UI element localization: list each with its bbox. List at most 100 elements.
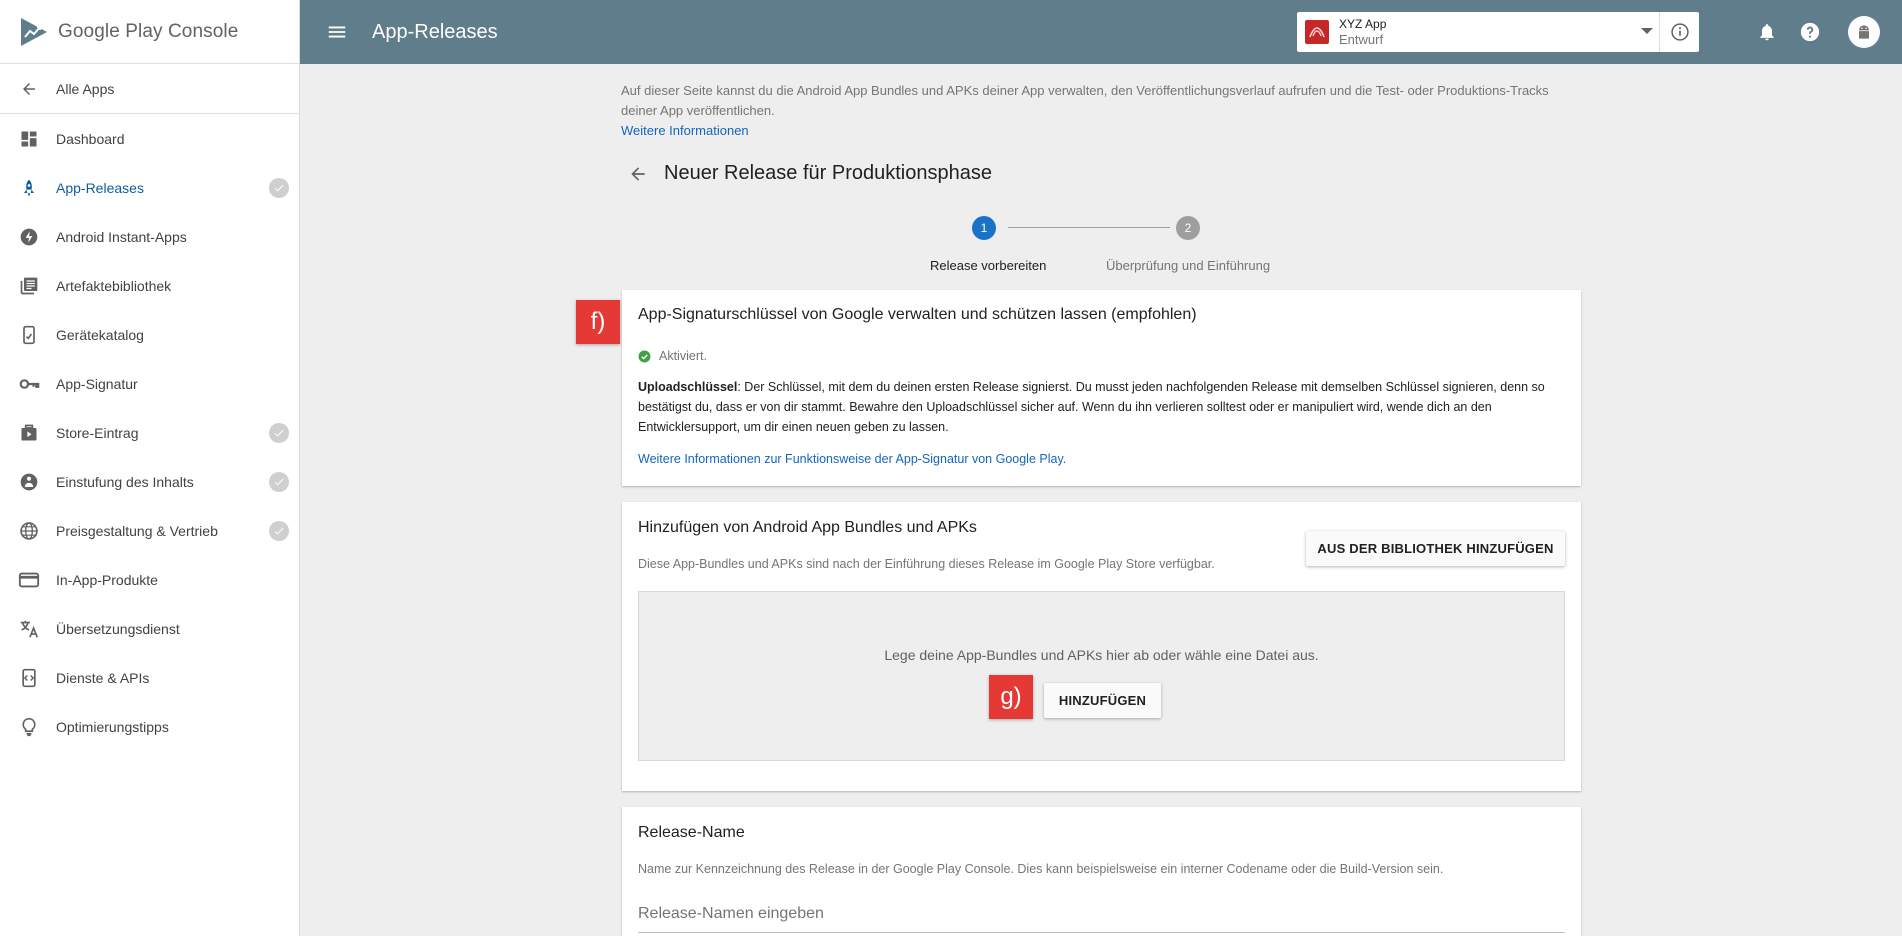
sidebar-item-label: Store-Eintrag: [56, 424, 139, 441]
dropdown-arrow-icon: [1641, 28, 1653, 34]
release-name-input[interactable]: [638, 900, 1565, 928]
rating-icon: [18, 471, 40, 493]
card-title: Hinzufügen von Android App Bundles und A…: [638, 519, 977, 536]
app-thumbnail: [1305, 20, 1329, 44]
page-title: Neuer Release für Produktionsphase: [664, 162, 992, 184]
topbar: App-Releases XYZ App Entwurf: [300, 0, 1902, 64]
intro-text: Auf dieser Seite kannst du die Android A…: [621, 83, 1549, 118]
release-name-card: Release-Name Name zur Kennzeichnung des …: [622, 807, 1581, 936]
sidebar-item-app-signing[interactable]: App-Signatur: [0, 359, 299, 408]
file-dropzone[interactable]: Lege deine App-Bundles und APKs hier ab …: [638, 591, 1565, 761]
card-subtitle: Name zur Kennzeichnung des Release in de…: [638, 862, 1444, 876]
android-avatar-icon: [1859, 25, 1869, 39]
step-2-label: Überprüfung und Einführung: [1106, 258, 1271, 273]
add-file-button[interactable]: HINZUFÜGEN: [1044, 683, 1161, 718]
dropzone-text: Lege deine App-Bundles und APKs hier ab …: [884, 647, 1319, 663]
app-signing-card: App-Signaturschlüssel von Google verwalt…: [622, 290, 1581, 486]
app-selector[interactable]: XYZ App Entwurf: [1297, 12, 1699, 52]
back-button[interactable]: [628, 164, 648, 184]
help-button[interactable]: [1798, 20, 1822, 44]
sidebar-item-label: Android Instant-Apps: [56, 228, 187, 245]
arrow-back-icon: [18, 78, 40, 100]
app-signing-info-link[interactable]: Weitere Informationen zur Funktionsweise…: [638, 452, 1066, 466]
upload-key-description: Uploadschlüssel: Der Schlüssel, mit dem …: [638, 377, 1563, 437]
annotation-marker-g: g): [989, 675, 1033, 719]
device-icon: [18, 324, 40, 346]
logo[interactable]: Google Play Console: [0, 0, 299, 64]
store-icon: [18, 422, 40, 444]
lightbulb-icon: [18, 716, 40, 738]
step-connector: [1008, 227, 1170, 228]
play-console-logo-icon: [21, 17, 47, 46]
sidebar-item-label: Dashboard: [56, 130, 125, 147]
all-apps-link[interactable]: Alle Apps: [0, 64, 299, 114]
page-intro: Auf dieser Seite kannst du die Android A…: [621, 81, 1571, 141]
info-icon: [1670, 23, 1689, 41]
check-icon: [269, 423, 289, 443]
more-info-link[interactable]: Weitere Informationen: [621, 123, 749, 138]
sidebar-item-pricing-distribution[interactable]: Preisgestaltung & Vertrieb: [0, 506, 299, 555]
translate-icon: [18, 618, 40, 640]
upload-key-label: Uploadschlüssel: [638, 380, 738, 394]
sidebar-item-content-rating[interactable]: Einstufung des Inhalts: [0, 457, 299, 506]
check-circle-icon: [638, 350, 651, 362]
logo-text: Google Play Console: [58, 20, 239, 42]
hamburger-icon: [328, 26, 346, 38]
card-subtitle: Diese App-Bundles und APKs sind nach der…: [638, 557, 1215, 571]
rocket-icon: [18, 177, 40, 199]
step-2-indicator[interactable]: 2: [1176, 216, 1200, 240]
sidebar-item-label: In-App-Produkte: [56, 571, 158, 588]
help-icon: [1800, 22, 1820, 42]
card-title: App-Signaturschlüssel von Google verwalt…: [638, 306, 1197, 323]
upload-key-text: : Der Schlüssel, mit dem du deinen erste…: [638, 380, 1545, 434]
bell-icon: [1760, 24, 1774, 41]
sidebar-item-artifact-library[interactable]: Artefaktebibliothek: [0, 261, 299, 310]
arrow-back-icon: [631, 166, 645, 181]
sidebar-item-label: Preisgestaltung & Vertrieb: [56, 522, 218, 539]
sidebar-item-optimization-tips[interactable]: Optimierungstipps: [0, 702, 299, 751]
sidebar-item-label: Dienste & APIs: [56, 669, 150, 686]
notifications-button[interactable]: [1755, 20, 1779, 44]
sidebar-item-in-app-products[interactable]: In-App-Produkte: [0, 555, 299, 604]
avatar[interactable]: [1848, 16, 1880, 48]
api-icon: [18, 667, 40, 689]
sidebar-nav: Dashboard App-Releases Android Instant-A…: [0, 114, 299, 751]
check-icon: [269, 178, 289, 198]
app-bundles-card: Hinzufügen von Android App Bundles und A…: [622, 502, 1581, 791]
card-title: Release-Name: [638, 824, 745, 841]
sidebar-item-label: Gerätekatalog: [56, 326, 144, 343]
dashboard-icon: [18, 128, 40, 150]
stepper: 1 2 Release vorbereiten Überprüfung und …: [928, 216, 1288, 276]
menu-button[interactable]: [305, 0, 369, 64]
signing-status: Aktiviert.: [638, 349, 707, 363]
sidebar-item-translation-service[interactable]: Übersetzungsdienst: [0, 604, 299, 653]
globe-icon: [18, 520, 40, 542]
sidebar-item-label: Optimierungstipps: [56, 718, 169, 735]
status-text: Aktiviert.: [659, 349, 707, 363]
add-from-library-button[interactable]: AUS DER BIBLIOTHEK HINZUFÜGEN: [1306, 531, 1565, 566]
key-icon: [18, 373, 40, 395]
app-name: XYZ App: [1339, 17, 1387, 31]
sidebar-item-label: App-Releases: [56, 179, 144, 196]
sidebar-item-services-apis[interactable]: Dienste & APIs: [0, 653, 299, 702]
step-1-label: Release vorbereiten: [930, 258, 1047, 273]
bolt-icon: [18, 226, 40, 248]
step-1-indicator[interactable]: 1: [972, 216, 996, 240]
sidebar: Google Play Console Alle Apps Dashboard …: [0, 0, 300, 936]
sidebar-item-label: Einstufung des Inhalts: [56, 473, 194, 490]
sidebar-item-dashboard[interactable]: Dashboard: [0, 114, 299, 163]
app-info-button[interactable]: [1659, 12, 1699, 52]
sidebar-item-app-releases[interactable]: App-Releases: [0, 163, 299, 212]
sidebar-item-instant-apps[interactable]: Android Instant-Apps: [0, 212, 299, 261]
library-icon: [18, 275, 40, 297]
sidebar-item-label: Artefaktebibliothek: [56, 277, 172, 294]
card-icon: [18, 569, 40, 591]
sidebar-item-device-catalog[interactable]: Gerätekatalog: [0, 310, 299, 359]
check-icon: [269, 472, 289, 492]
check-icon: [269, 521, 289, 541]
sidebar-item-store-listing[interactable]: Store-Eintrag: [0, 408, 299, 457]
page-section-title: App-Releases: [372, 20, 498, 43]
sidebar-item-label: Übersetzungsdienst: [56, 620, 180, 637]
sidebar-item-label: App-Signatur: [56, 375, 138, 392]
app-status: Entwurf: [1339, 32, 1384, 47]
